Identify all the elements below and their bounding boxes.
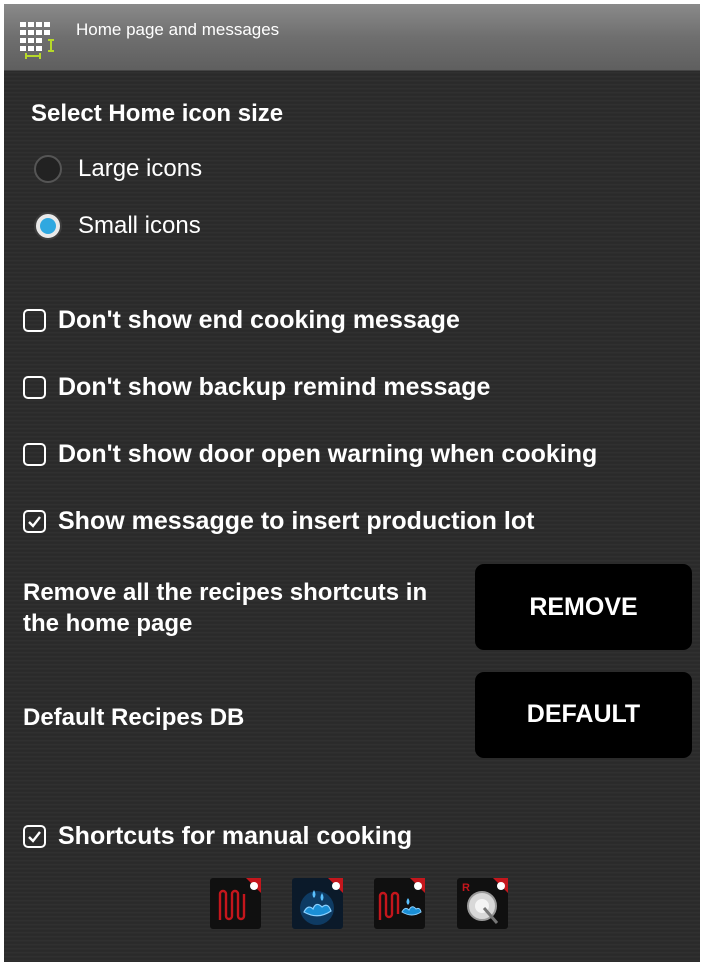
backup-remind-message-label: Don't show backup remind message [58,373,491,401]
end-cooking-message-label: Don't show end cooking message [58,306,460,334]
regeneration-probe-icon[interactable]: R [457,878,508,929]
door-open-warning-checkbox[interactable]: Don't show door open warning when cookin… [23,440,597,469]
large-icons-label: Large icons [78,155,203,182]
window-title: Home page and messages [76,20,280,39]
production-lot-message-checkbox[interactable]: Show messagge to insert production lot [23,507,534,536]
svg-text:R: R [462,882,470,894]
checkbox-unchecked-icon[interactable] [23,309,46,332]
door-open-warning-label: Don't show door open warning when cookin… [58,440,598,468]
remove-button[interactable]: REMOVE [475,564,692,650]
convection-cooking-icon[interactable] [210,878,261,929]
default-button[interactable]: DEFAULT [475,672,692,758]
remove-shortcuts-label: Remove all the recipes shortcuts in the … [23,577,427,639]
small-icons-radio[interactable]: Small icons [34,212,201,240]
checkmark-icon [28,831,41,843]
manual-cooking-shortcuts-label: Shortcuts for manual cooking [58,822,413,850]
grid-settings-icon [20,22,54,59]
radio-button-unchecked[interactable] [34,155,62,183]
checkbox-unchecked-icon[interactable] [23,443,46,466]
small-icons-label: Small icons [78,212,201,239]
checkmark-icon [28,516,41,528]
remove-shortcuts-label-line2: the home page [23,610,193,637]
production-lot-message-label: Show messagge to insert production lot [58,507,535,535]
icon-size-heading: Select Home icon size [31,100,284,127]
remove-shortcuts-label-line1: Remove all the recipes shortcuts in [23,579,428,606]
manual-cooking-shortcuts-checkbox[interactable]: Shortcuts for manual cooking [23,822,412,851]
radio-button-checked[interactable] [34,212,62,240]
checkbox-checked-icon[interactable] [23,825,46,848]
backup-remind-message-checkbox[interactable]: Don't show backup remind message [23,373,490,402]
checkbox-checked-icon[interactable] [23,510,46,533]
steam-cooking-icon[interactable] [292,878,343,929]
radio-dot [40,218,56,234]
large-icons-radio[interactable]: Large icons [34,155,202,183]
settings-window: Home page and messages Select Home icon … [4,4,700,962]
checkbox-unchecked-icon[interactable] [23,376,46,399]
combi-cooking-icon[interactable] [374,878,425,929]
end-cooking-message-checkbox[interactable]: Don't show end cooking message [23,306,460,335]
default-db-label: Default Recipes DB [23,704,245,731]
title-bar: Home page and messages [4,4,700,71]
